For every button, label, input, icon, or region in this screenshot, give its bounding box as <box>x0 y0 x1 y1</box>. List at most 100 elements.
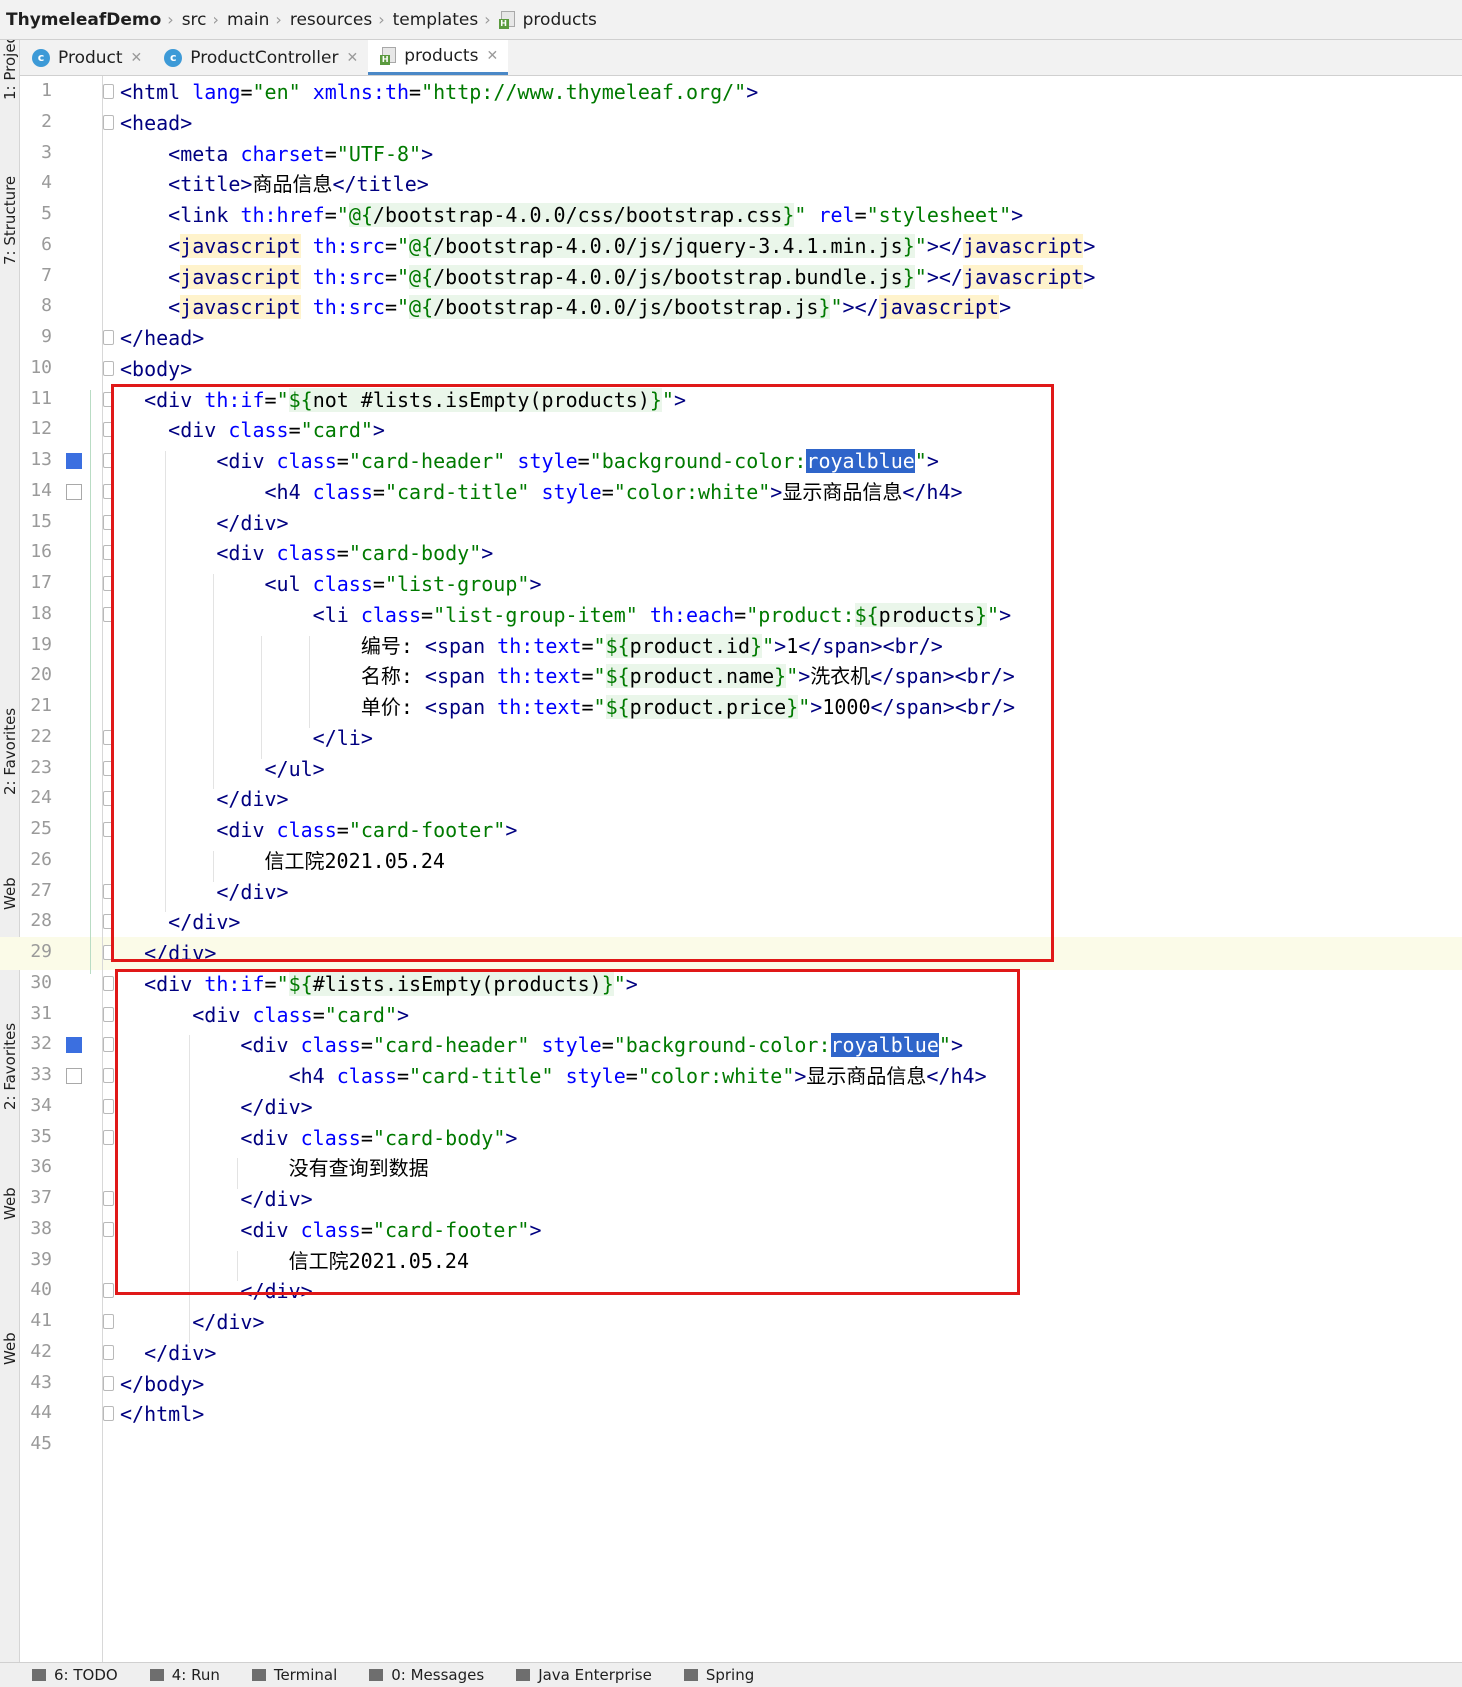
bookmark-icon[interactable] <box>66 1068 82 1084</box>
fold-marker-icon[interactable] <box>103 84 114 99</box>
code-line[interactable]: 4 <title>商品信息</title> <box>0 168 1462 201</box>
fold-marker-icon[interactable] <box>103 1406 114 1422</box>
close-icon[interactable]: ✕ <box>131 50 143 66</box>
fold-marker-icon[interactable] <box>103 1037 114 1053</box>
bookmark-icon[interactable] <box>66 453 82 469</box>
line-number: 31 <box>30 1002 52 1024</box>
bottom-tool-label: Spring <box>705 1666 755 1684</box>
fold-marker-icon[interactable] <box>103 1129 114 1145</box>
code-text: <javascript th:src="@{/bootstrap-4.0.0/j… <box>168 295 1012 320</box>
chevron-right-icon: › <box>167 10 174 29</box>
bottom-tool-label: Terminal <box>273 1666 338 1684</box>
code-text: <link th:href="@{/bootstrap-4.0.0/css/bo… <box>168 203 1024 227</box>
code-line[interactable]: 44 </html> <box>0 1398 1462 1431</box>
indent-guide <box>90 389 91 974</box>
line-number: 35 <box>30 1125 52 1147</box>
highlight-box-empty <box>115 969 1020 1295</box>
line-number: 28 <box>30 910 52 932</box>
bottom-tool-0-messages[interactable]: 0: Messages <box>369 1666 484 1684</box>
bottom-tool-label: 6: TODO <box>54 1666 118 1684</box>
fold-marker-icon[interactable] <box>103 1344 114 1360</box>
line-number: 43 <box>30 1371 52 1393</box>
code-line[interactable]: 10 <body> <box>0 353 1462 386</box>
code-line[interactable]: 8 <javascript th:src="@{/bootstrap-4.0.0… <box>0 291 1462 324</box>
bookmark-icon[interactable] <box>66 1037 82 1054</box>
fold-marker-icon[interactable] <box>103 114 114 130</box>
tab-label: Product <box>58 47 123 68</box>
fold-marker-icon[interactable] <box>103 1098 114 1114</box>
code-line[interactable]: 42 </div> <box>0 1337 1462 1370</box>
breadcrumb-label: templates <box>392 9 479 30</box>
code-line[interactable]: 7 <javascript th:src="@{/bootstrap-4.0.0… <box>0 261 1462 294</box>
tab-label: ProductController <box>190 47 339 68</box>
fold-marker-icon[interactable] <box>103 360 114 376</box>
fold-marker-icon[interactable] <box>103 1191 114 1206</box>
fold-marker-icon[interactable] <box>103 1221 114 1237</box>
code-line[interactable]: 5 <link th:href="@{/bootstrap-4.0.0/css/… <box>0 199 1462 232</box>
line-number: 30 <box>30 971 52 993</box>
breadcrumb-item[interactable]: main <box>227 10 269 30</box>
fold-marker-icon[interactable] <box>103 1375 114 1391</box>
bottom-tool-6-todo[interactable]: 6: TODO <box>32 1666 118 1684</box>
line-number: 27 <box>30 879 52 901</box>
tab-productcontroller[interactable]: c ProductController ✕ <box>152 40 368 75</box>
code-text: <title>商品信息</title> <box>168 172 429 197</box>
breadcrumb-item[interactable]: resources <box>290 10 372 30</box>
gutter-divider <box>102 76 103 1662</box>
line-number: 36 <box>30 1156 52 1178</box>
tab-product[interactable]: c Product ✕ <box>20 40 152 75</box>
fold-marker-icon[interactable] <box>103 1006 114 1022</box>
breadcrumb-label: resources <box>289 9 373 30</box>
code-line[interactable]: 43 </body> <box>0 1368 1462 1401</box>
code-text: </body> <box>120 1371 205 1396</box>
line-number: 21 <box>30 695 52 716</box>
code-line[interactable]: 2 <head> <box>0 107 1462 140</box>
bottom-tool-spring[interactable]: Spring <box>683 1666 755 1684</box>
html-file-icon: H <box>498 10 517 29</box>
code-line[interactable]: 6 <javascript th:src="@{/bootstrap-4.0.0… <box>0 230 1462 263</box>
breadcrumb-item[interactable]: templates <box>393 10 479 30</box>
code-text: <head> <box>120 110 193 135</box>
breadcrumb-label: ThymeleafDemo <box>6 9 162 30</box>
line-number: 22 <box>30 725 52 747</box>
line-number: 18 <box>30 602 52 624</box>
line-number: 26 <box>30 848 52 870</box>
bottom-tool-java-enterprise[interactable]: Java Enterprise <box>516 1666 652 1684</box>
line-number: 23 <box>30 756 52 778</box>
fold-marker-icon[interactable] <box>103 1314 114 1329</box>
line-number: 11 <box>30 387 52 409</box>
bottom-tool-4-run[interactable]: 4: Run <box>149 1666 220 1684</box>
tab-products[interactable]: Hproducts ✕ <box>368 40 509 75</box>
code-line[interactable]: 45 <box>0 1429 1462 1462</box>
breadcrumb-label: products <box>522 9 597 30</box>
line-number: 10 <box>30 356 52 378</box>
tool-icon <box>149 1669 164 1681</box>
close-icon[interactable]: ✕ <box>486 48 498 64</box>
bottom-tool-terminal[interactable]: Terminal <box>251 1666 338 1684</box>
fold-marker-icon[interactable] <box>103 1283 114 1299</box>
class-icon: c <box>32 48 50 67</box>
breadcrumb-item[interactable]: Hproducts <box>498 9 597 30</box>
line-number: 41 <box>30 1310 52 1331</box>
editor-tab-bar: c Product ✕ c ProductController ✕ Hproducts ✕ <box>20 40 1462 76</box>
code-line[interactable]: 41 </div> <box>0 1306 1462 1339</box>
code-line[interactable]: 9 </head> <box>0 322 1462 355</box>
tool-icon <box>32 1669 46 1681</box>
code-line[interactable]: 1 <html lang="en" xmlns:th="http://www.th… <box>0 76 1462 109</box>
breadcrumb: ThymeleafDemo › src › main › resources › templat… <box>0 0 1462 40</box>
breadcrumb-item[interactable]: ThymeleafDemo <box>6 10 161 30</box>
line-number: 5 <box>41 203 52 224</box>
fold-marker-icon[interactable] <box>103 1068 114 1083</box>
close-icon[interactable]: ✕ <box>346 50 358 66</box>
breadcrumb-item[interactable]: src <box>182 10 207 30</box>
fold-marker-icon[interactable] <box>103 975 114 991</box>
code-text: </head> <box>120 326 205 350</box>
bottom-tool-label: 0: Messages <box>391 1666 485 1684</box>
code-line[interactable]: 3 <meta charset="UTF-8"> <box>0 138 1462 171</box>
line-number: 38 <box>30 1217 52 1239</box>
line-number: 6 <box>41 233 52 255</box>
fold-marker-icon[interactable] <box>103 330 114 345</box>
chevron-right-icon: › <box>212 10 219 29</box>
code-text: </div> <box>192 1310 265 1334</box>
bookmark-icon[interactable] <box>66 483 82 500</box>
